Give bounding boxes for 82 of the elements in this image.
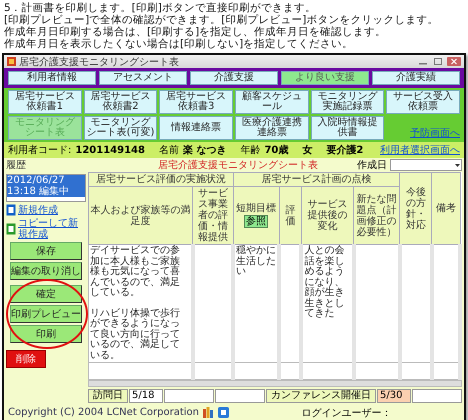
action-button[interactable]: 印刷	[10, 325, 82, 343]
text-area[interactable]: 穏やかに生活したい	[233, 244, 280, 362]
instruction-text: 5．計画書を印刷します。[印刷]ボタンで直接印刷ができます。	[4, 2, 317, 14]
name-label: 名前	[158, 144, 179, 157]
instruction-text: [印刷プレビュー]で全体の確認ができます。[印刷プレビュー]ボタンをクリックします。	[4, 14, 440, 26]
close-icon[interactable]	[447, 57, 461, 66]
input-field[interactable]	[215, 389, 265, 403]
user-name: 楽 なつき	[182, 144, 226, 157]
window-title: 居宅介護支援モニタリングシート表	[19, 56, 179, 68]
instruction-text: 作成年月日印刷する場合は、[印刷する]を指定し、作成年月日を確認します。	[4, 26, 388, 38]
nav-tab[interactable]: サービス受入依頼票	[386, 90, 460, 114]
age-label: 年齢	[240, 144, 260, 157]
history-label: 履歴	[6, 159, 27, 172]
books-icon[interactable]	[203, 407, 214, 418]
app-window-icon[interactable]	[218, 407, 229, 418]
nav-tab[interactable]: アセスメント	[99, 71, 187, 85]
created-date-dropdown[interactable]	[390, 159, 462, 171]
nav-tab[interactable]: 居宅サービス依頼書1	[8, 90, 82, 114]
action-button[interactable]: 編集の取り消し	[10, 262, 82, 280]
conference-date-field[interactable]: 5/30	[377, 389, 411, 403]
user-sex: 女	[302, 144, 312, 157]
new-document-icon	[6, 204, 16, 216]
action-button[interactable]: 印刷プレビュー	[10, 305, 82, 323]
text-area[interactable]	[354, 244, 400, 362]
text-area[interactable]	[192, 244, 234, 362]
sheet-title: 居宅介護支援モニタリングシート表	[158, 158, 318, 172]
text-area[interactable]: デイサービスでの参加に本人様もご家族様も元気になって喜んでいるので、満足している。 リハビリ体操で歩行ができるようになって良い方向に行っているので、満足している。	[88, 244, 193, 362]
column-header: サービス提供後の変化	[301, 186, 354, 244]
nav-tab[interactable]: モニタリング実施記録票	[310, 90, 384, 114]
care-level: 要介護2	[326, 144, 364, 157]
login-user-label: ログインユーザー：	[302, 406, 392, 420]
nav-tab[interactable]: 介護支援	[190, 71, 278, 85]
action-button[interactable]: 確定	[10, 285, 82, 303]
user-age: 70歳	[264, 144, 288, 157]
action-link[interactable]: 新規作成	[6, 204, 86, 216]
created-date-label: 作成日	[357, 158, 387, 172]
nav-tab[interactable]: 居宅サービス依頼書3	[159, 90, 233, 114]
cell-text: 人との会話を楽しめるようになり、顔が生き生きとしてきた	[304, 246, 346, 320]
text-area[interactable]	[400, 244, 432, 362]
column-header: 新たな問題点（計画修正の必要性）	[354, 186, 400, 244]
user-select-link[interactable]: 利用者選択画面へ	[380, 143, 460, 157]
copyright-text: Copyright (C) 2004 LCNet Corporation	[8, 407, 199, 418]
visit-date-label: 訪問日	[88, 389, 128, 403]
input-field[interactable]	[412, 389, 462, 403]
copy-document-icon	[6, 223, 16, 235]
nav-tab[interactable]: 介護実績	[372, 71, 460, 85]
nav-tab[interactable]: 医療介護連携連絡票	[234, 116, 309, 140]
text-area[interactable]	[432, 244, 460, 362]
column-header: 評価	[279, 186, 302, 244]
nav-tab[interactable]: 入院時情報提供書	[310, 116, 384, 140]
nav-tab[interactable]: 顧客スケジュール	[234, 90, 309, 114]
column-header: 今後の方針・対応	[400, 172, 432, 244]
user-code-label: 利用者コード:	[8, 144, 72, 157]
app-icon	[7, 57, 16, 66]
nav-tab[interactable]: 居宅サービス依頼書2	[84, 90, 158, 114]
history-item[interactable]: 2012/06/27 13:18 編集中	[7, 175, 85, 197]
user-code: 1201149148	[75, 144, 145, 156]
text-area[interactable]: 人との会話を楽しめるようになり、顔が生き生きとしてきた	[301, 244, 354, 362]
column-header: 備考	[432, 172, 460, 244]
maximize-icon[interactable]	[432, 57, 444, 66]
text-area[interactable]	[279, 244, 302, 362]
nav-tab[interactable]: 情報連絡票	[159, 116, 233, 140]
delete-button[interactable]: 削除	[6, 350, 46, 368]
column-header: 居宅サービス評価の実施状況	[88, 172, 234, 186]
instruction-text: 作成年月日を表示したくない場合は[印刷しない]を指定してください。	[4, 38, 354, 50]
column-header: 本人および家族等の満足度	[88, 186, 193, 244]
column-header: 居宅サービス計画の点検	[233, 172, 400, 186]
nav-tab[interactable]: モニタリングシート表(可変)	[84, 116, 158, 140]
cell-text: リハビリ体操で歩行ができるようになって良い方向に行っているので、満足している。	[90, 308, 181, 361]
reference-button[interactable]: 参照	[244, 215, 268, 228]
column-header: サービス事業者の評価・情報提供	[192, 186, 234, 244]
input-field[interactable]	[164, 389, 214, 403]
action-button[interactable]: 保存	[10, 242, 82, 260]
visit-date-field[interactable]: 5/18	[129, 389, 163, 403]
cell-text: 穏やかに生活したい	[236, 246, 276, 278]
conference-date-label: カンファレンス開催日	[266, 389, 376, 403]
cell-text: デイサービスでの参加に本人様もご家族様も元気になって喜んでいるので、満足している。	[90, 246, 181, 298]
column-title: 短期目標	[236, 203, 276, 214]
caret-icon	[454, 161, 461, 169]
nav-tab[interactable]: 利用者情報	[8, 71, 96, 85]
horizontal-scrollbar[interactable]	[88, 380, 462, 387]
nav-tab[interactable]: より良い支援	[281, 71, 369, 85]
